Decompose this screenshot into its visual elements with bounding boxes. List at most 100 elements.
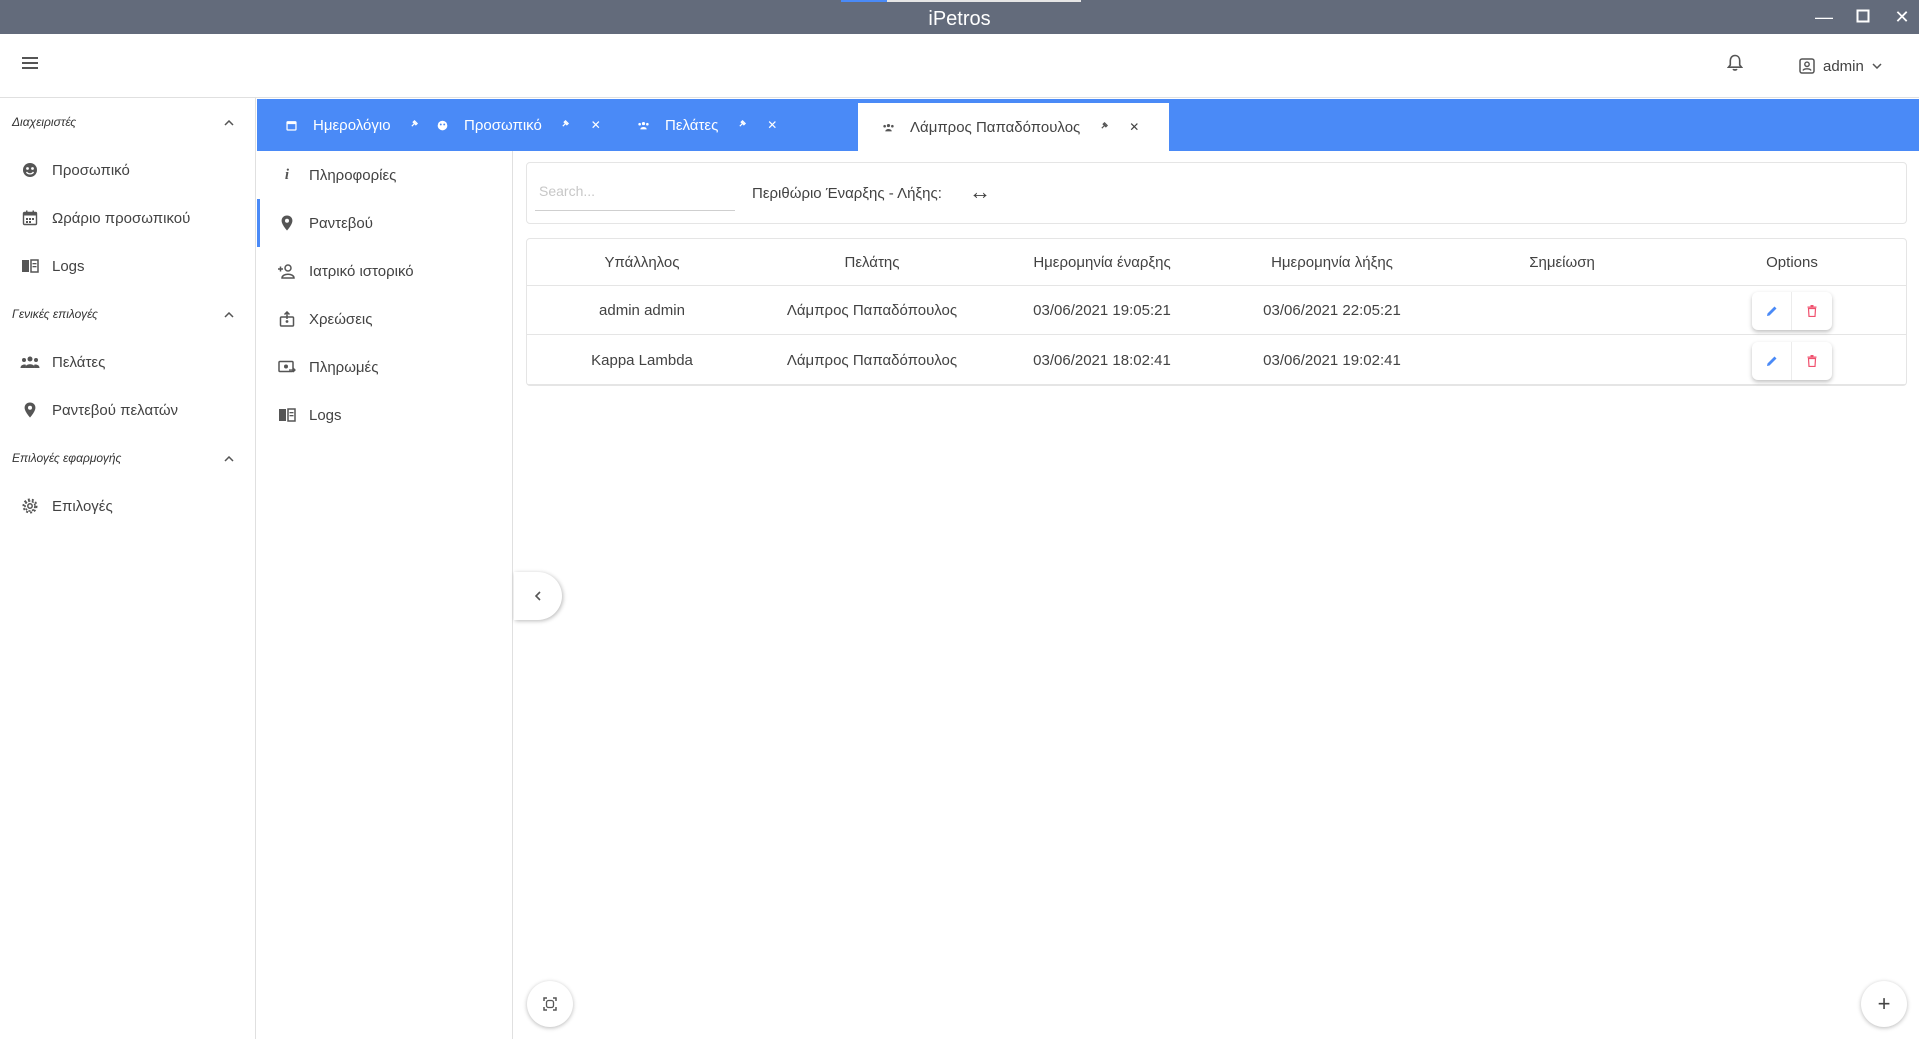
- subnav-item-appointments[interactable]: Ραντεβού: [257, 199, 513, 247]
- search-input[interactable]: [535, 171, 735, 211]
- add-appointment-button[interactable]: +: [1861, 981, 1907, 1027]
- hamburger-menu-button[interactable]: [22, 56, 44, 78]
- payment-icon: [277, 357, 297, 377]
- tab-client-lampros[interactable]: Λάμπρος Παπαδόπουλος ✕: [858, 103, 1169, 151]
- tab-clients[interactable]: Πελάτες ✕: [605, 99, 778, 151]
- row-options: [1752, 342, 1832, 380]
- subnav-item-info[interactable]: i Πληροφορίες: [257, 151, 513, 199]
- sidebar-item-logs[interactable]: Logs: [0, 242, 256, 290]
- charge-icon: [277, 309, 297, 329]
- collapse-subnav-button[interactable]: [514, 572, 562, 620]
- maximize-button[interactable]: [1851, 6, 1875, 28]
- sidebar-section-app-options[interactable]: Επιλογές εφαρμογής: [0, 434, 256, 482]
- chevron-left-icon: [534, 591, 541, 601]
- fullscreen-button[interactable]: [527, 981, 573, 1027]
- chevron-up-icon: [224, 434, 234, 482]
- gear-icon: [20, 496, 40, 516]
- column-header[interactable]: Σημείωση: [1447, 239, 1677, 288]
- people-icon: [635, 121, 651, 130]
- sidebar-item-staff[interactable]: Προσωπικό: [0, 146, 256, 194]
- subnav-item-logs[interactable]: Logs: [257, 391, 513, 439]
- delete-button[interactable]: [1792, 342, 1832, 380]
- book-icon: [20, 256, 40, 276]
- column-header[interactable]: Υπάλληλος: [527, 239, 757, 288]
- sidebar-item-label: Logs: [52, 257, 85, 275]
- tab-label: Πελάτες: [665, 116, 719, 134]
- window-title: iPetros: [928, 8, 991, 30]
- pin-icon[interactable]: [1098, 121, 1110, 133]
- subnav-item-charges[interactable]: Χρεώσεις: [257, 295, 513, 343]
- column-header[interactable]: Ημερομηνία λήξης: [1217, 239, 1447, 288]
- notifications-button[interactable]: [1726, 54, 1749, 78]
- sidebar-item-client-appointments[interactable]: Ραντεβού πελατών: [0, 386, 256, 434]
- delete-button[interactable]: [1792, 292, 1832, 330]
- person-add-icon: [277, 261, 297, 281]
- sidebar-item-label: Ραντεβού πελατών: [52, 401, 179, 419]
- user-name: admin: [1823, 57, 1864, 75]
- subnav-item-payments[interactable]: Πληρωμές: [257, 343, 513, 391]
- table-row[interactable]: admin admin Λάμπρος Παπαδόπουλος 03/06/2…: [527, 286, 1906, 335]
- sidebar-section-general[interactable]: Γενικές επιλογές: [0, 290, 256, 338]
- hamburger-icon: [22, 57, 38, 69]
- sidebar-item-label: Προσωπικό: [52, 161, 130, 179]
- user-menu[interactable]: admin: [1799, 52, 1882, 80]
- start-date-cell: 03/06/2021 18:02:41: [1033, 352, 1171, 369]
- employee-cell: Kappa Lambda: [591, 352, 693, 369]
- edit-button[interactable]: [1752, 292, 1792, 330]
- people-icon: [880, 123, 896, 132]
- section-title: Επιλογές εφαρμογής: [12, 451, 122, 465]
- filter-bar: Περιθώριο Έναρξης - Λήξης: ↔: [526, 162, 1907, 224]
- close-tab-icon[interactable]: ✕: [590, 118, 602, 132]
- range-arrows-icon[interactable]: ↔: [969, 179, 991, 205]
- people-icon: [20, 352, 40, 372]
- client-cell: Λάμπρος Παπαδόπουλος: [786, 302, 958, 319]
- minimize-button[interactable]: —: [1812, 6, 1836, 28]
- chevron-up-icon: [224, 290, 234, 338]
- section-title: Γενικές επιλογές: [12, 307, 98, 321]
- sidebar-item-staff-schedule[interactable]: Ωράριο προσωπικού: [0, 194, 256, 242]
- chevron-up-icon: [224, 98, 234, 146]
- staff-icon: [434, 120, 450, 131]
- note-cell: [1447, 286, 1677, 335]
- end-date-cell: 03/06/2021 22:05:21: [1263, 302, 1401, 319]
- client-cell: Λάμπρος Παπαδόπουλος: [786, 352, 958, 369]
- map-pin-icon: [277, 213, 297, 233]
- close-tab-icon[interactable]: ✕: [766, 118, 778, 132]
- trash-icon: [1807, 305, 1817, 317]
- appointments-table: Υπάλληλος Πελάτης Ημερομηνία έναρξης Ημε…: [526, 238, 1907, 386]
- info-icon: i: [284, 166, 290, 183]
- map-pin-icon: [20, 400, 40, 420]
- chevron-down-icon: [1872, 63, 1882, 69]
- pencil-icon: [1766, 306, 1776, 316]
- tab-label: Λάμπρος Παπαδόπουλος: [910, 118, 1081, 136]
- close-window-button[interactable]: ✕: [1890, 6, 1914, 28]
- sidebar-section-admins[interactable]: Διαχειριστές: [0, 98, 256, 146]
- titlebar-accent: [841, 0, 887, 2]
- tab-calendar[interactable]: Ημερολόγιο: [257, 99, 421, 151]
- column-header: Options: [1766, 254, 1818, 271]
- column-header[interactable]: Ημερομηνία έναρξης: [987, 239, 1217, 288]
- tab-label: Ημερολόγιο: [313, 116, 391, 134]
- fullscreen-icon: [543, 997, 557, 1011]
- bell-icon: [1726, 54, 1744, 71]
- user-icon: [1799, 58, 1815, 74]
- employee-cell: admin admin: [599, 302, 685, 319]
- subnav-item-label: Πληρωμές: [309, 358, 379, 376]
- close-tab-icon[interactable]: ✕: [1128, 120, 1140, 134]
- trash-icon: [1807, 355, 1817, 367]
- edit-button[interactable]: [1752, 342, 1792, 380]
- pin-icon[interactable]: [736, 119, 748, 131]
- sidebar-item-label: Επιλογές: [52, 497, 113, 515]
- row-options: [1752, 292, 1832, 330]
- sidebar-item-label: Ωράριο προσωπικού: [52, 209, 191, 227]
- pin-icon[interactable]: [560, 119, 572, 131]
- sidebar-item-options[interactable]: Επιλογές: [0, 482, 256, 530]
- end-date-cell: 03/06/2021 19:02:41: [1263, 352, 1401, 369]
- sidebar-item-clients[interactable]: Πελάτες: [0, 338, 256, 386]
- subnav-item-label: Χρεώσεις: [309, 310, 373, 328]
- tab-staff[interactable]: Προσωπικό ✕: [404, 99, 602, 151]
- table-row[interactable]: Kappa Lambda Λάμπρος Παπαδόπουλος 03/06/…: [527, 336, 1906, 385]
- subnav-item-medical-history[interactable]: Ιατρικό ιστορικό: [257, 247, 513, 295]
- table-header-row: Υπάλληλος Πελάτης Ημερομηνία έναρξης Ημε…: [527, 239, 1906, 286]
- column-header[interactable]: Πελάτης: [757, 239, 987, 288]
